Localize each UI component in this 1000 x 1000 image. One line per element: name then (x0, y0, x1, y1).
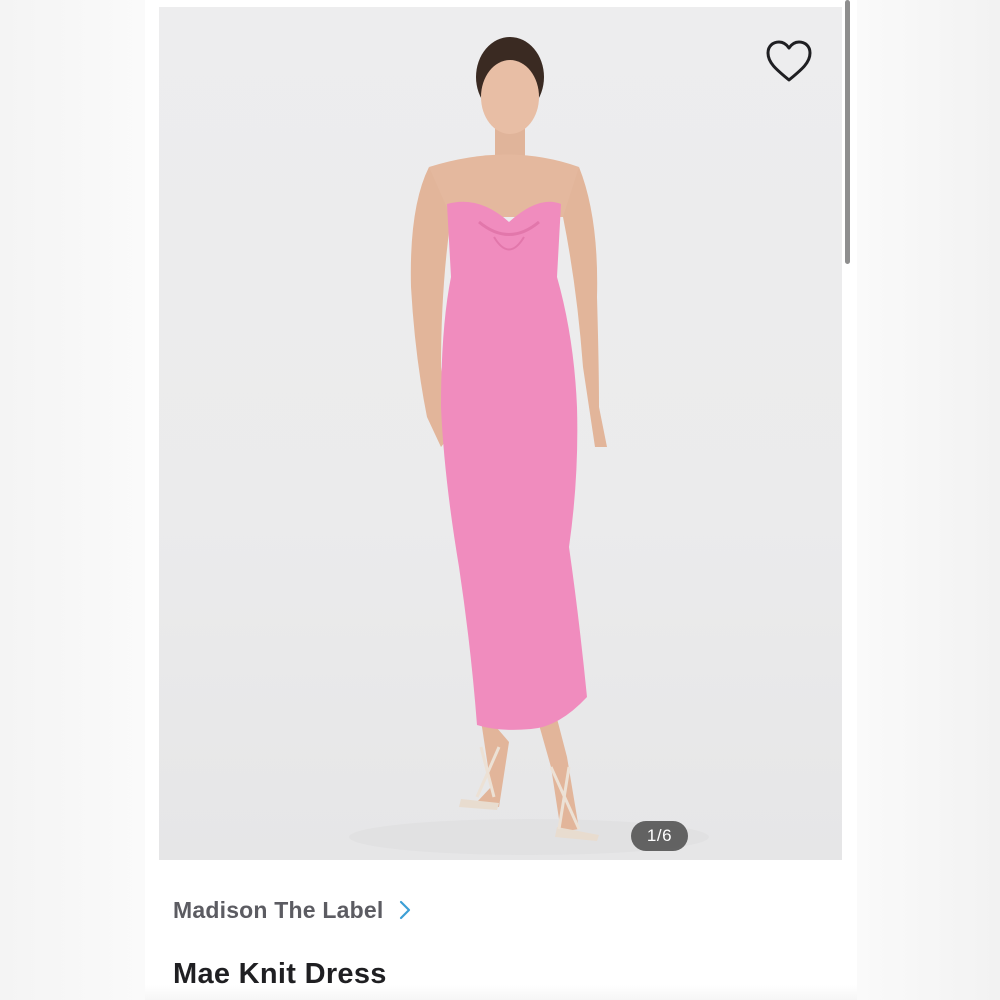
heart-outline-icon (766, 40, 812, 82)
scrollbar[interactable] (845, 0, 850, 264)
favorite-button[interactable] (762, 34, 816, 88)
product-photo[interactable]: 1/6 (159, 7, 842, 860)
model-image (349, 37, 709, 855)
brand-name: Madison The Label (173, 896, 384, 923)
dress-shape (441, 201, 587, 730)
image-counter: 1/6 (631, 821, 688, 851)
product-page: 1/6 Madison The Label Mae Knit Dress (0, 0, 1000, 1000)
bottom-fade (145, 985, 857, 1000)
chevron-right-icon (399, 900, 411, 920)
brand-link[interactable]: Madison The Label (173, 893, 411, 927)
